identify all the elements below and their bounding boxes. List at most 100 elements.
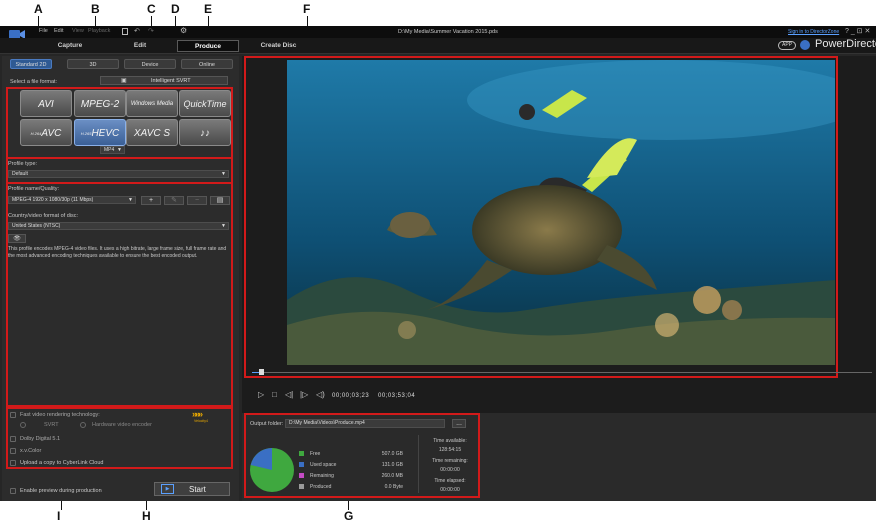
intelligent-svrt-label: Intelligent SVRT xyxy=(151,78,191,84)
legend-remaining-label: Remaining xyxy=(310,473,334,479)
h264-prefix: H.264 xyxy=(30,131,42,136)
cyberlink-logo-icon xyxy=(800,40,810,50)
subtab-online[interactable]: Online xyxy=(181,59,233,69)
intelligent-svrt-button[interactable]: ▣ Intelligent SVRT xyxy=(100,76,228,85)
country-select[interactable]: United States (NTSC) ▼ xyxy=(8,222,229,230)
time-elapsed-label: Time elapsed: xyxy=(434,478,466,484)
format-avi-button[interactable]: AVI xyxy=(20,90,72,117)
format-audio-button[interactable]: ♪♪ xyxy=(179,119,231,146)
legend-swatch-free xyxy=(299,451,304,456)
profile-type-label: Profile type: xyxy=(8,161,38,167)
toolbar-save-icon[interactable] xyxy=(122,28,128,35)
browse-button[interactable]: ... xyxy=(452,419,466,428)
fast-render-checkbox[interactable] xyxy=(10,412,16,418)
enable-preview-label: Enable preview during production xyxy=(20,488,102,494)
chevron-down-icon: ▼ xyxy=(117,147,122,153)
preview-profile-icon[interactable]: 👁 xyxy=(8,234,26,243)
legend-swatch-used xyxy=(299,462,304,467)
next-frame-button[interactable]: |▷ xyxy=(300,390,308,399)
menu-edit[interactable]: Edit xyxy=(54,28,63,34)
tab-capture[interactable]: Capture xyxy=(40,40,100,52)
profile-details-icon[interactable]: ▤ xyxy=(210,196,230,205)
play-button[interactable]: ▷ xyxy=(258,390,264,399)
enable-preview-checkbox[interactable] xyxy=(10,488,16,494)
h265-prefix: H.265 xyxy=(80,131,92,136)
legend-swatch-remaining xyxy=(299,473,304,478)
format-quicktime-button[interactable]: QuickTime xyxy=(179,90,231,117)
container-select[interactable]: MP4 ▼ xyxy=(100,146,125,154)
chevron-down-icon: ▼ xyxy=(128,197,133,203)
upload-checkbox[interactable] xyxy=(10,460,16,466)
legend-produced-value: 0.0 Byte xyxy=(384,484,403,490)
format-mpeg2-button[interactable]: MPEG-2 xyxy=(74,90,126,117)
highlight-profile-area xyxy=(6,157,233,407)
avc-label: AVC xyxy=(41,128,62,139)
tab-produce[interactable]: Produce xyxy=(177,40,239,52)
hw-encoder-radio[interactable] xyxy=(80,422,86,428)
window-title: D:\My Media\Summer Vacation 2015.pds xyxy=(398,29,498,35)
profile-name-select[interactable]: MPEG-4 1920 x 1080/30p (11 Mbps) ▼ xyxy=(8,196,136,204)
toolbar-redo-icon[interactable]: ↷ xyxy=(148,27,154,35)
svrt-icon: ▣ xyxy=(121,78,127,84)
delete-profile-icon[interactable]: − xyxy=(187,196,207,205)
callout-d: D xyxy=(171,2,180,16)
xvcolor-checkbox[interactable] xyxy=(10,448,16,454)
volume-icon[interactable]: ◁) xyxy=(316,390,325,399)
svrt-radio[interactable] xyxy=(20,422,26,428)
profile-type-value: Default xyxy=(12,171,28,177)
svrt-label: SVRT xyxy=(44,422,59,428)
format-hevc-button[interactable]: H.265HEVC xyxy=(74,119,126,146)
toolbar-undo-icon[interactable]: ↶ xyxy=(134,27,140,35)
stop-button[interactable]: □ xyxy=(272,390,277,399)
time-divider xyxy=(418,435,419,493)
legend-swatch-produced xyxy=(299,484,304,489)
legend-used-value: 131.0 GB xyxy=(381,462,403,468)
previous-frame-button[interactable]: ◁| xyxy=(285,390,293,399)
app-badge: APP xyxy=(778,41,796,50)
hw-encoder-label: Hardware video encoder xyxy=(92,422,152,428)
preview-video xyxy=(287,60,835,365)
time-available-label: Time available: xyxy=(433,438,467,444)
callout-f: F xyxy=(303,2,311,16)
scrubber-handle[interactable] xyxy=(259,369,264,375)
subtab-3d[interactable]: 3D xyxy=(67,59,119,69)
add-profile-button[interactable]: + xyxy=(141,196,161,205)
start-button[interactable]: ▶ Start xyxy=(154,482,230,496)
legend-free-label: Free xyxy=(310,451,321,457)
callout-b: B xyxy=(91,2,100,16)
powerdirector-window: File Edit View Playback ↶ ↷ ⚙ D:\My Medi… xyxy=(0,26,876,501)
format-wmv-button[interactable]: Windows Media xyxy=(126,90,178,117)
callout-c: C xyxy=(147,2,156,16)
timecode-current: 00;00;03;23 xyxy=(332,393,370,399)
container-value: MP4 xyxy=(104,147,115,153)
menu-view[interactable]: View xyxy=(72,28,84,34)
dolby-checkbox[interactable] xyxy=(10,436,16,442)
scrubber-track[interactable] xyxy=(252,372,872,373)
output-folder-label: Output folder: xyxy=(250,421,284,427)
time-remaining-label: Time remaining: xyxy=(432,458,468,464)
tab-edit[interactable]: Edit xyxy=(120,40,160,52)
upload-label: Upload a copy to CyberLink Cloud xyxy=(20,460,104,466)
output-folder-input[interactable]: D:\My Media\Videos\Produce.mp4 xyxy=(285,419,445,428)
menu-playback[interactable]: Playback xyxy=(88,28,110,34)
profile-type-select[interactable]: Default ▼ xyxy=(8,170,229,178)
video-frame-image xyxy=(287,60,835,365)
subtab-device[interactable]: Device xyxy=(124,59,176,69)
format-avc-button[interactable]: H.264AVC xyxy=(20,119,72,146)
output-folder-value: D:\My Media\Videos\Produce.mp4 xyxy=(289,420,365,426)
edit-profile-icon[interactable]: ✎ xyxy=(164,196,184,205)
format-xavcs-button[interactable]: XAVC S xyxy=(126,119,178,146)
dolby-label: Dolby Digital 5.1 xyxy=(20,436,61,442)
toolbar-settings-icon[interactable]: ⚙ xyxy=(180,26,187,35)
timecode-total: 00;03;53;04 xyxy=(378,393,416,399)
profile-name-label: Profile name/Quality: xyxy=(8,186,60,192)
menu-file[interactable]: File xyxy=(39,28,48,34)
sign-in-link[interactable]: Sign in to DirectorZone xyxy=(788,29,839,35)
chevron-down-icon: ▼ xyxy=(221,223,226,229)
subtab-standard-2d[interactable]: Standard 2D xyxy=(10,59,52,69)
window-controls[interactable]: ? _ ⊡ ✕ xyxy=(845,27,870,35)
velocity-logo: »»» Velocity4 xyxy=(192,409,214,424)
disk-usage-pie xyxy=(250,448,294,492)
tab-create-disc[interactable]: Create Disc xyxy=(256,40,301,52)
title-bar: File Edit View Playback ↶ ↷ ⚙ D:\My Medi… xyxy=(0,26,876,39)
